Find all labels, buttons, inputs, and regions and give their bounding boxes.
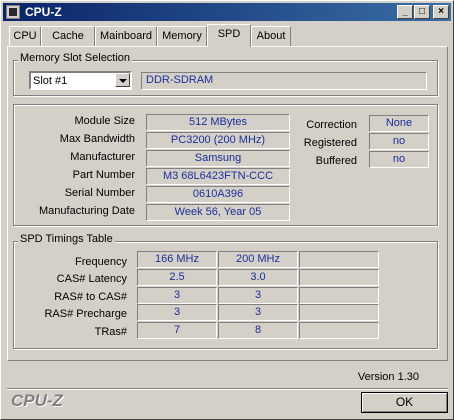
tab-mainboard[interactable]: Mainboard: [95, 26, 157, 46]
app-icon: [6, 5, 20, 19]
tab-spd[interactable]: SPD: [207, 24, 251, 47]
manufacturing-date-label: Manufacturing Date: [39, 205, 135, 217]
cas-latency-col1: 2.5: [137, 269, 217, 286]
tab-about[interactable]: About: [251, 26, 291, 46]
tab-cpu[interactable]: CPU: [9, 26, 41, 46]
minimize-button[interactable]: _: [397, 5, 413, 19]
buffered-label: Buffered: [315, 155, 357, 167]
maximize-button[interactable]: □: [414, 5, 430, 19]
buffered-value: no: [369, 151, 429, 168]
cpuz-brand-logo: CPU-Z: [11, 391, 63, 410]
memory-type-field: DDR-SDRAM: [141, 72, 427, 90]
serial-number-label: Serial Number: [64, 187, 135, 199]
manufacturer-label: Manufacturer: [70, 151, 135, 163]
window-title: CPU-Z: [25, 5, 62, 19]
ras-to-cas-label: RAS# to CAS#: [54, 291, 127, 303]
frequency-col1: 166 MHz: [137, 251, 217, 268]
frequency-col3: [299, 251, 379, 268]
cpuz-window: CPU-Z _ □ × CPU Cache Mainboard Memory S…: [0, 0, 454, 420]
memory-slot-selection-label: Memory Slot Selection: [18, 52, 133, 64]
frequency-label: Frequency: [75, 256, 127, 268]
tab-cache[interactable]: Cache: [41, 26, 95, 46]
correction-label: Correction: [306, 119, 357, 131]
max-bandwidth-label: Max Bandwidth: [59, 133, 135, 145]
tras-col3: [299, 322, 379, 339]
spd-timings-label: SPD Timings Table: [18, 233, 115, 245]
module-size-label: Module Size: [74, 115, 135, 127]
title-bar[interactable]: CPU-Z _ □ ×: [3, 3, 451, 21]
version-label: Version 1.30: [357, 371, 419, 383]
cas-latency-col2: 3.0: [218, 269, 298, 286]
manufacturing-date-value: Week 56, Year 05: [146, 204, 290, 221]
part-number-label: Part Number: [72, 169, 135, 181]
tras-col1: 7: [137, 322, 217, 339]
cas-latency-col3: [299, 269, 379, 286]
serial-number-value: 0610A396: [146, 186, 290, 203]
cas-latency-label: CAS# Latency: [56, 273, 127, 285]
max-bandwidth-value: PC3200 (200 MHz): [146, 132, 290, 149]
frequency-col2: 200 MHz: [218, 251, 298, 268]
manufacturer-value: Samsung: [146, 150, 290, 167]
ras-precharge-label: RAS# Precharge: [44, 308, 127, 320]
chevron-down-icon[interactable]: [115, 73, 130, 87]
tras-col2: 8: [218, 322, 298, 339]
ras-to-cas-col2: 3: [218, 287, 298, 304]
part-number-value: M3 68L6423FTN-CCC: [146, 168, 290, 185]
registered-label: Registered: [303, 137, 357, 149]
ras-to-cas-col1: 3: [137, 287, 217, 304]
ok-button[interactable]: OK: [361, 392, 448, 413]
ras-precharge-col2: 3: [218, 304, 298, 321]
close-button[interactable]: ×: [433, 5, 449, 19]
ras-precharge-col1: 3: [137, 304, 217, 321]
registered-value: no: [369, 133, 429, 150]
ras-to-cas-col3: [299, 287, 379, 304]
module-size-value: 512 MBytes: [146, 114, 290, 131]
tab-memory[interactable]: Memory: [157, 26, 207, 46]
correction-value: None: [369, 115, 429, 132]
ras-precharge-col3: [299, 304, 379, 321]
slot-select-value: Slot #1: [33, 75, 68, 87]
footer-divider: [7, 388, 448, 390]
slot-select[interactable]: Slot #1: [29, 71, 132, 90]
tras-label: TRas#: [94, 326, 127, 338]
